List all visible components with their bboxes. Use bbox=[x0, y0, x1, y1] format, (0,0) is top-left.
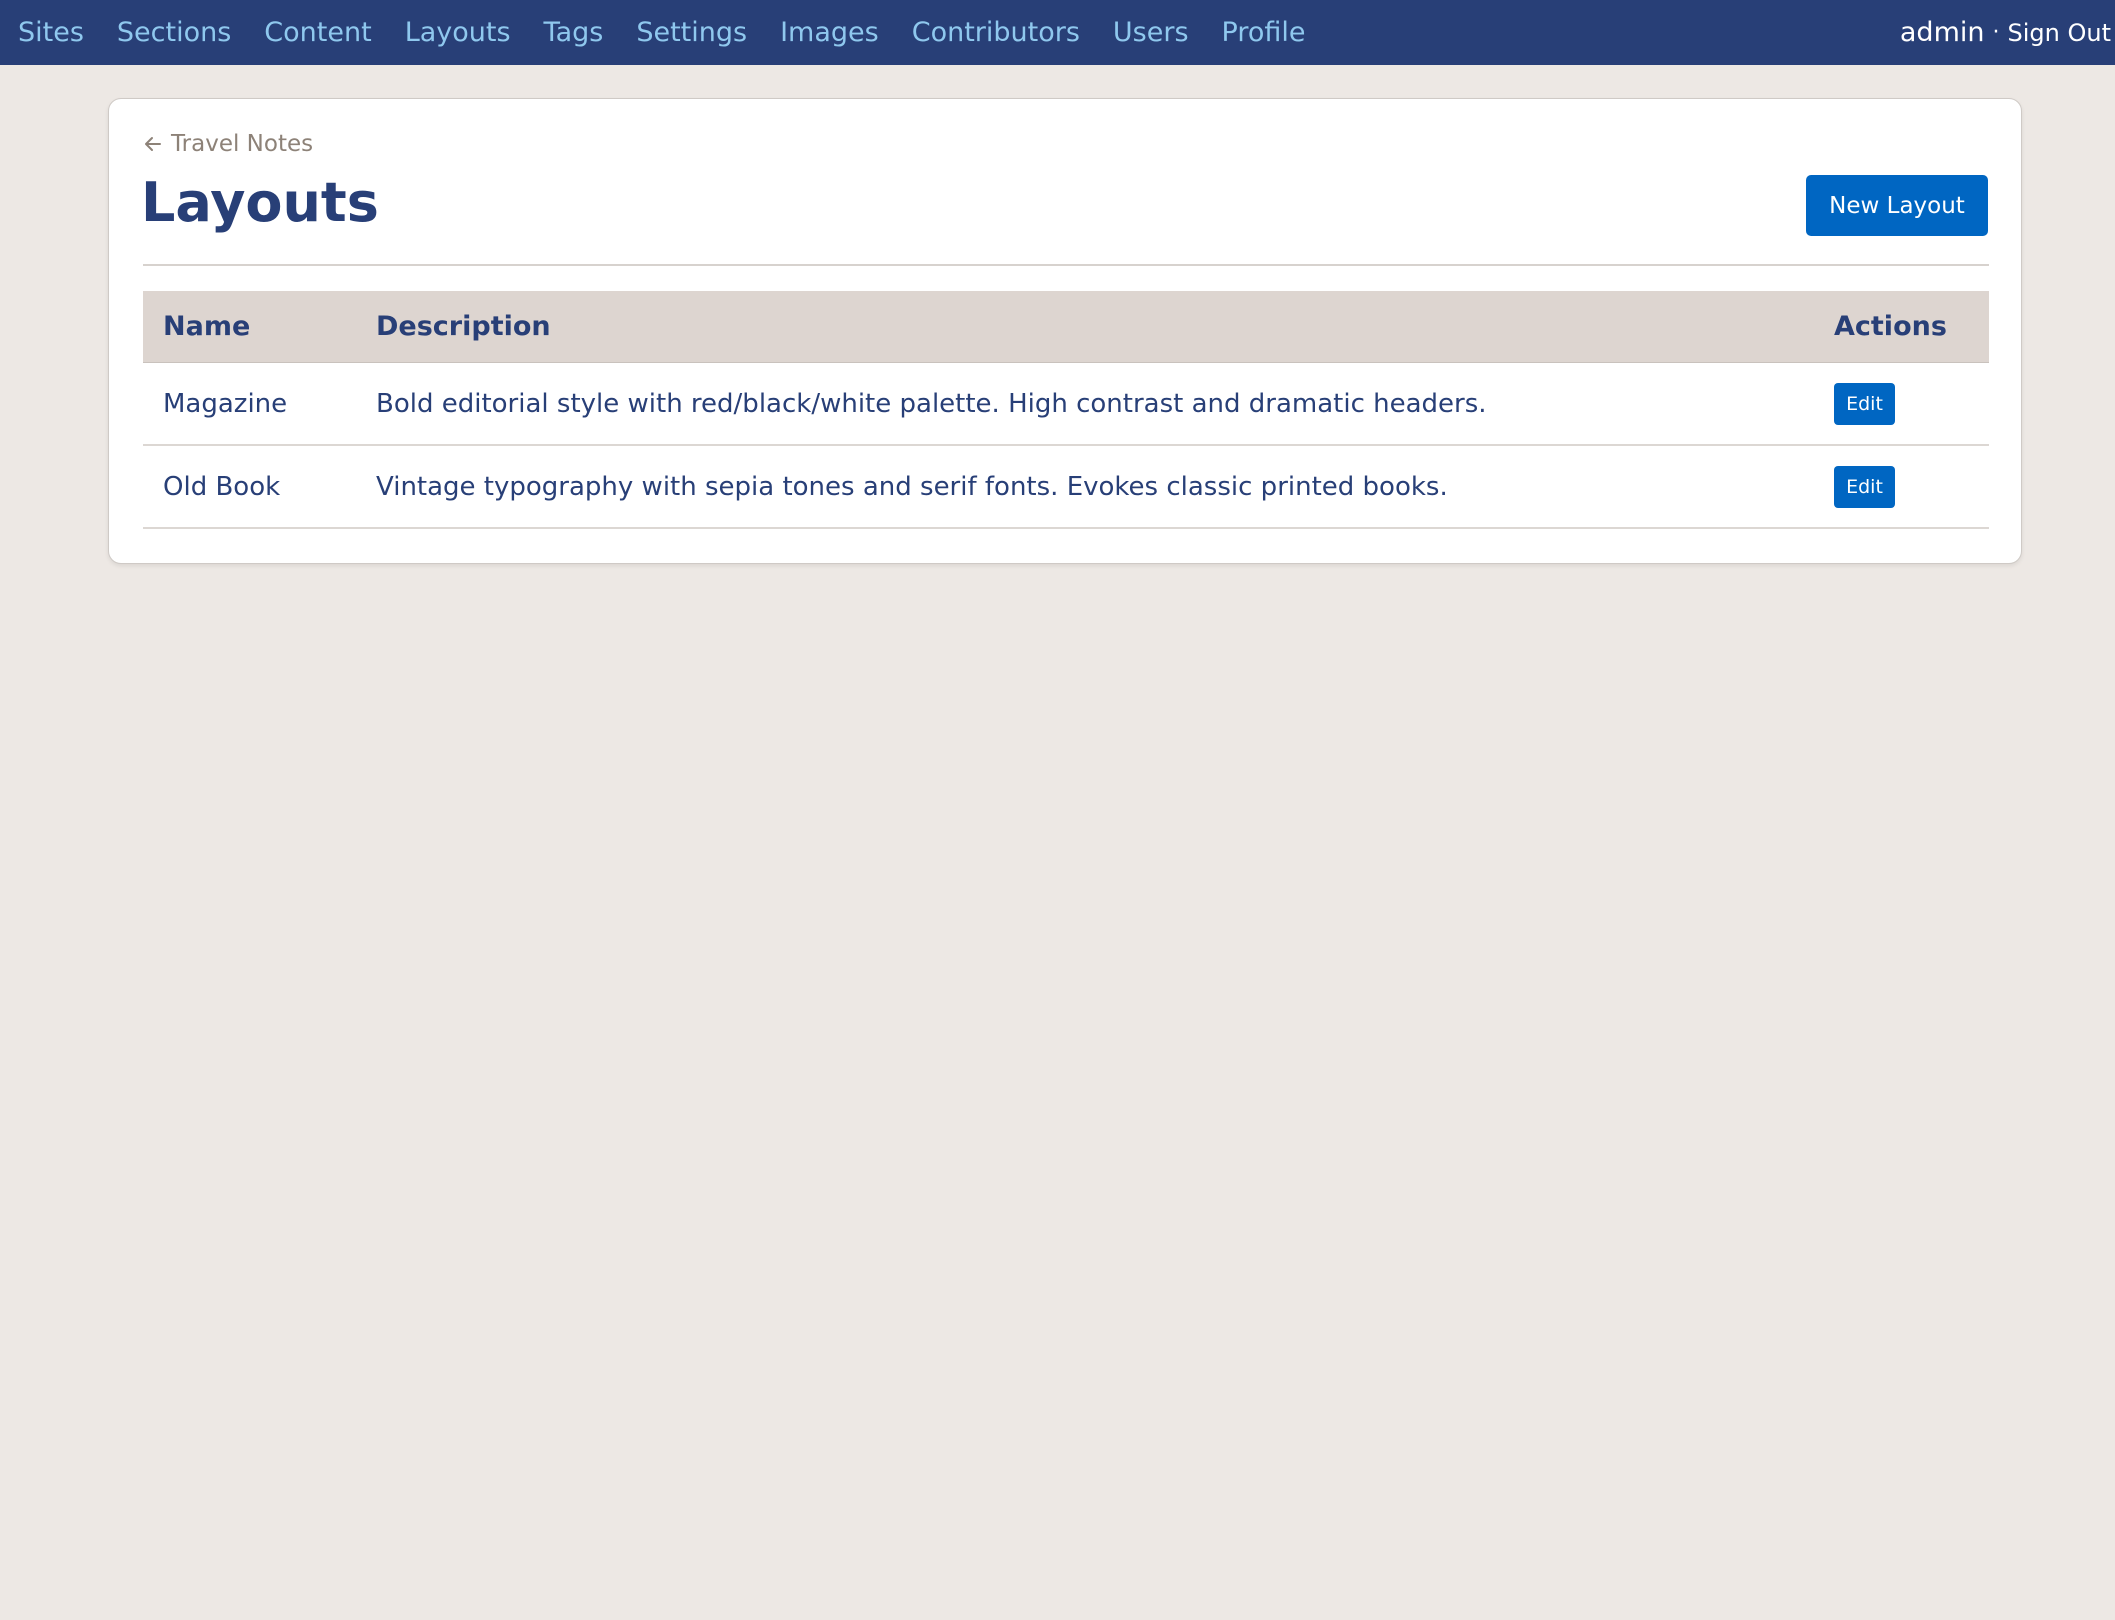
header-name: Name bbox=[163, 311, 251, 342]
table-header: Name Description Actions bbox=[143, 291, 1989, 363]
edit-button[interactable]: Edit bbox=[1834, 382, 1895, 425]
nav-item-layouts[interactable]: Layouts bbox=[405, 17, 511, 48]
nav-item-images[interactable]: Images bbox=[780, 17, 879, 48]
breadcrumb-label: Travel Notes bbox=[171, 131, 314, 157]
user-box: admin · Sign Out bbox=[1900, 0, 2111, 65]
nav-item-sections[interactable]: Sections bbox=[117, 17, 231, 48]
main-nav: Sites Sections Content Layouts Tags Sett… bbox=[0, 0, 1338, 65]
nav-item-content[interactable]: Content bbox=[264, 17, 371, 48]
row-description: Bold editorial style with red/black/whit… bbox=[376, 388, 1487, 419]
sign-out-link[interactable]: Sign Out bbox=[2008, 19, 2112, 47]
separator: · bbox=[1992, 20, 2000, 45]
layouts-table: Name Description Actions Magazine Bold e… bbox=[143, 291, 1989, 529]
nav-item-contributors[interactable]: Contributors bbox=[912, 17, 1080, 48]
nav-item-users[interactable]: Users bbox=[1113, 17, 1189, 48]
layouts-card: Travel Notes Layouts New Layout Name Des… bbox=[108, 98, 2022, 564]
header-actions: Actions bbox=[1834, 311, 1947, 342]
row-name: Magazine bbox=[163, 388, 288, 419]
table-row: Old Book Vintage typography with sepia t… bbox=[143, 446, 1989, 529]
header-description: Description bbox=[376, 311, 551, 342]
top-navbar: Sites Sections Content Layouts Tags Sett… bbox=[0, 0, 2115, 65]
row-description: Vintage typography with sepia tones and … bbox=[376, 471, 1448, 502]
new-layout-button[interactable]: New Layout bbox=[1806, 175, 1988, 236]
table-row: Magazine Bold editorial style with red/b… bbox=[143, 363, 1989, 446]
username: admin bbox=[1899, 17, 1985, 48]
row-name: Old Book bbox=[163, 471, 281, 502]
nav-item-settings[interactable]: Settings bbox=[636, 17, 747, 48]
page-title: Layouts bbox=[141, 171, 379, 234]
arrow-left-icon bbox=[145, 137, 161, 151]
nav-item-profile[interactable]: Profile bbox=[1222, 17, 1306, 48]
divider bbox=[143, 264, 1989, 266]
edit-button[interactable]: Edit bbox=[1834, 465, 1895, 508]
nav-item-tags[interactable]: Tags bbox=[544, 17, 604, 48]
nav-item-sites[interactable]: Sites bbox=[18, 17, 84, 48]
row-actions: Edit bbox=[1834, 465, 1895, 508]
row-actions: Edit bbox=[1834, 382, 1895, 425]
breadcrumb[interactable]: Travel Notes bbox=[143, 131, 313, 157]
